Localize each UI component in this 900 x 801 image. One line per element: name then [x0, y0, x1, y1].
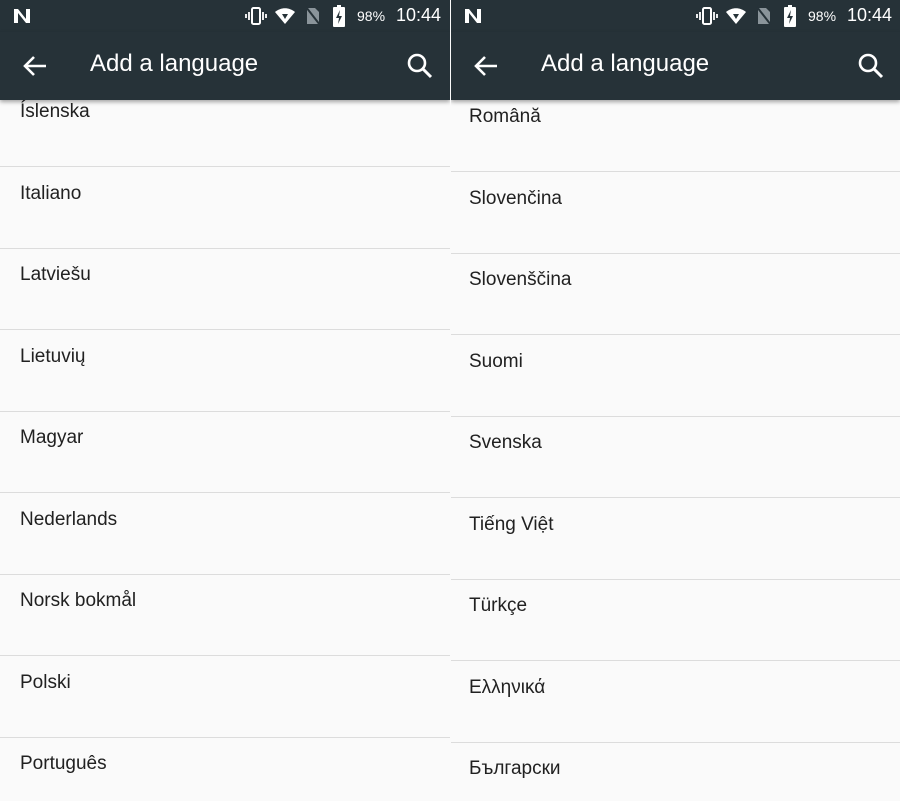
- screen-right: 98% 10:44 Add a language Română Slovenči…: [451, 0, 900, 801]
- notification-n-icon: [465, 9, 481, 23]
- battery-charging-icon: [333, 5, 345, 27]
- language-label: Português: [20, 753, 107, 774]
- language-label: Norsk bokmål: [20, 590, 137, 611]
- clock: 10:44: [396, 5, 442, 25]
- language-list: Íslenska Italiano Latviešu Lietuvių Magy…: [0, 100, 450, 801]
- language-item[interactable]: Latviešu: [0, 248, 450, 330]
- language-label: Български: [469, 758, 561, 779]
- battery-percent: 98%: [808, 8, 837, 24]
- language-item[interactable]: Slovenčina: [451, 172, 900, 254]
- language-label: Suomi: [469, 351, 523, 372]
- app-toolbar: Add a language: [0, 32, 450, 100]
- language-label: Latviešu: [20, 264, 91, 285]
- back-arrow-icon[interactable]: [471, 52, 501, 80]
- language-item[interactable]: Português: [0, 737, 450, 801]
- language-label: Ελληνικά: [469, 677, 546, 698]
- language-item[interactable]: Română: [451, 90, 900, 172]
- language-item[interactable]: Polski: [0, 656, 450, 738]
- clock: 10:44: [847, 5, 893, 25]
- notification-n-icon: [14, 9, 30, 23]
- back-arrow-icon[interactable]: [20, 52, 50, 80]
- language-item[interactable]: Italiano: [0, 167, 450, 249]
- language-label: Română: [469, 106, 541, 127]
- language-label: Türkçe: [469, 595, 528, 616]
- wifi-icon: [726, 8, 746, 24]
- language-item[interactable]: Български: [451, 742, 900, 801]
- language-item[interactable]: Magyar: [0, 411, 450, 493]
- language-label: Tiếng Việt: [469, 514, 554, 535]
- no-sim-icon: [305, 6, 321, 26]
- app-toolbar: Add a language: [451, 32, 900, 100]
- language-label: Nederlands: [20, 509, 118, 530]
- battery-charging-icon: [784, 5, 796, 27]
- language-item[interactable]: Lietuvių: [0, 330, 450, 412]
- language-item[interactable]: Tiếng Việt: [451, 498, 900, 580]
- wifi-icon: [275, 8, 295, 24]
- language-item[interactable]: Suomi: [451, 335, 900, 417]
- language-item[interactable]: Norsk bokmål: [0, 574, 450, 656]
- language-item[interactable]: Slovenščina: [451, 253, 900, 335]
- page-title: Add a language: [90, 50, 259, 77]
- language-list: Română Slovenčina Slovenščina Suomi Sven…: [451, 100, 900, 801]
- language-label: Svenska: [469, 432, 542, 453]
- language-item[interactable]: Nederlands: [0, 493, 450, 575]
- language-item[interactable]: Türkçe: [451, 579, 900, 661]
- search-icon[interactable]: [855, 50, 887, 82]
- language-item[interactable]: Ελληνικά: [451, 661, 900, 743]
- language-label: Íslenska: [20, 101, 90, 122]
- no-sim-icon: [756, 6, 772, 26]
- language-label: Italiano: [20, 183, 82, 204]
- language-label: Polski: [20, 672, 71, 693]
- language-item[interactable]: Svenska: [451, 416, 900, 498]
- language-label: Magyar: [20, 427, 84, 448]
- status-bar: 98% 10:44: [451, 0, 900, 32]
- language-label: Slovenčina: [469, 188, 562, 209]
- vibrate-icon: [696, 7, 718, 25]
- vibrate-icon: [245, 7, 267, 25]
- battery-percent: 98%: [357, 8, 386, 24]
- language-label: Slovenščina: [469, 269, 572, 290]
- screen-left: 98% 10:44 Add a language Íslenska Italia…: [0, 0, 450, 801]
- language-label: Lietuvių: [20, 346, 86, 367]
- search-icon[interactable]: [404, 50, 436, 82]
- status-bar: 98% 10:44: [0, 0, 450, 32]
- page-title: Add a language: [541, 50, 710, 77]
